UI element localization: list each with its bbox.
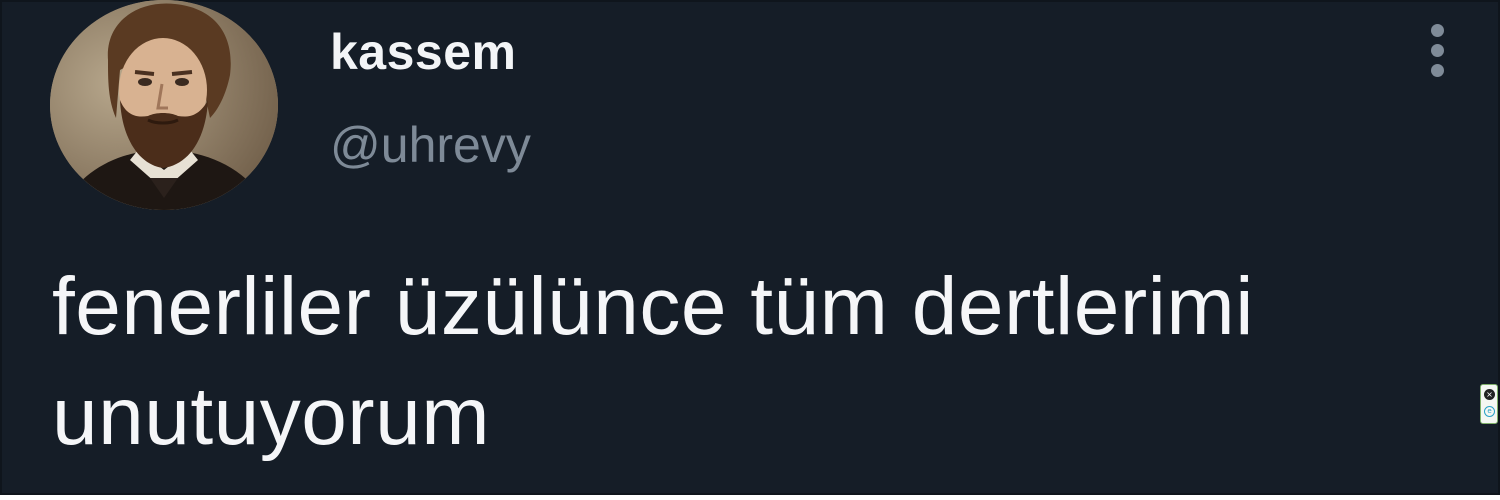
more-vertical-icon [1431,24,1444,37]
info-icon[interactable]: e [1484,406,1495,417]
user-handle[interactable]: @uhrevy [330,115,531,175]
avatar[interactable] [50,0,278,210]
side-widget[interactable]: × e [1480,384,1498,424]
more-options-button[interactable] [1418,18,1458,82]
avatar-portrait-icon [50,0,278,210]
close-icon[interactable]: × [1484,389,1495,400]
tweet-card: kassem @uhrevy fenerliler üzülünce tüm d… [0,0,1500,495]
more-vertical-icon-dot [1431,44,1444,57]
more-vertical-icon-dot [1431,64,1444,77]
tweet-text: fenerliler üzülünce tüm dertlerimi unutu… [52,261,1254,462]
display-name[interactable]: kassem [330,22,517,82]
